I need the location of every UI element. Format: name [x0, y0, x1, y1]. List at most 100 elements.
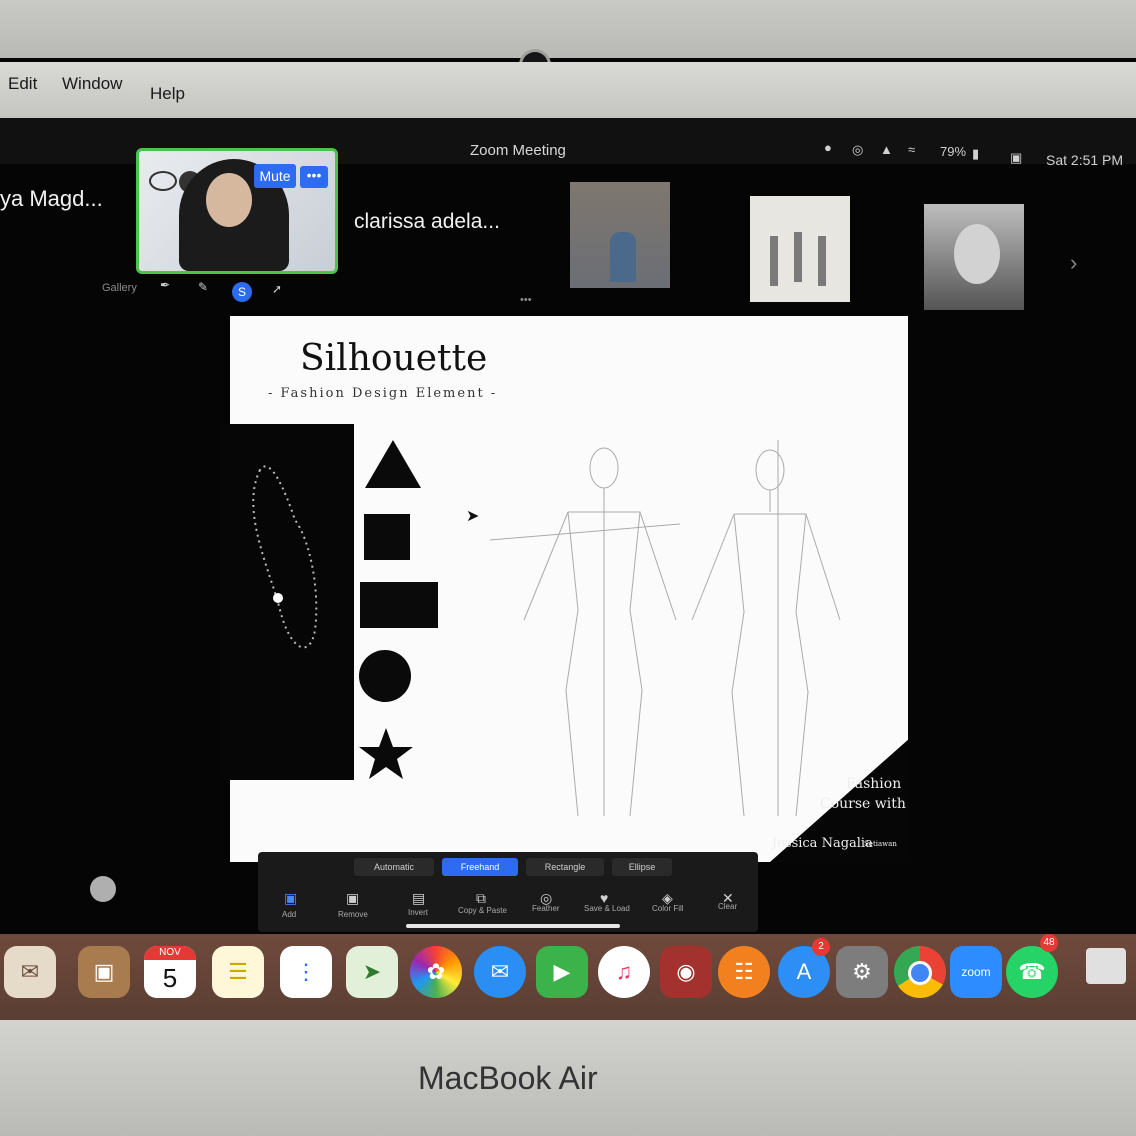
credit-line-1: Fashion: [846, 776, 902, 792]
mode-rectangle[interactable]: Rectangle: [526, 858, 604, 876]
gear-icon: ⚙: [852, 959, 872, 984]
menu-window[interactable]: Window: [62, 74, 122, 94]
dock-messages[interactable]: ✉: [474, 946, 526, 998]
more-options-button[interactable]: •••: [300, 166, 328, 188]
participant-face: [954, 224, 1000, 284]
photos-icon: ✿: [426, 959, 446, 984]
slide-subtitle: - Fashion Design Element -: [268, 386, 498, 401]
map-pin-icon: ➤: [362, 959, 382, 984]
chat-bubble-icon: ✉: [490, 959, 510, 984]
selection-tool-icon[interactable]: S: [232, 282, 252, 302]
scroll-indicator[interactable]: [406, 924, 620, 928]
calendar-day: 5: [162, 963, 178, 993]
battery-percent: 79%: [940, 144, 967, 159]
sketch-figure: [794, 232, 802, 282]
light-reflection: [90, 876, 116, 902]
mouse-cursor-icon: ➤: [466, 508, 480, 525]
app-store-badge: 2: [812, 938, 830, 956]
book-icon: ☷: [734, 959, 754, 984]
dock-reminders[interactable]: ⋮: [280, 946, 332, 998]
dock-calendar[interactable]: NOV 5: [144, 946, 196, 998]
clock: Sat 2:51 PM: [1046, 152, 1124, 168]
silhouette-shapes: [359, 440, 438, 779]
croquis-front: [489, 447, 681, 817]
credit-line-2: Course with: [820, 796, 906, 812]
tool-invert[interactable]: Invert: [408, 908, 428, 917]
tool-add[interactable]: Add: [282, 910, 296, 919]
dock-trash[interactable]: [1086, 948, 1126, 984]
calendar-month: NOV: [144, 946, 196, 960]
video-camera-icon: ▶: [553, 959, 571, 984]
rectangle-shape: [360, 582, 438, 628]
dock-books[interactable]: ☷: [718, 946, 770, 998]
credit-suffix: Setiawan: [864, 840, 897, 848]
wifi-icon[interactable]: ≈: [908, 142, 915, 157]
contacts-icon: ▣: [93, 959, 115, 984]
sketch-figure: [818, 236, 826, 286]
menu-edit[interactable]: Edit: [8, 74, 37, 94]
croquis-figures: [489, 440, 841, 817]
mode-freehand[interactable]: Freehand: [442, 858, 518, 876]
gallery-view-label[interactable]: Gallery: [102, 282, 137, 294]
dock-system-preferences[interactable]: ⚙: [836, 946, 888, 998]
dock-contacts[interactable]: ▣: [78, 946, 130, 998]
next-page-icon[interactable]: ›: [1070, 250, 1077, 276]
more-dots[interactable]: •••: [520, 294, 532, 306]
notes-icon: ☰: [228, 959, 248, 984]
pointer-icon[interactable]: ➚: [272, 282, 282, 296]
pen-icon[interactable]: ✒: [160, 278, 170, 292]
remove-icon[interactable]: ▣: [346, 890, 359, 907]
participant-video-thumbnail-2[interactable]: [750, 196, 850, 302]
battery-icon[interactable]: ▮: [972, 146, 979, 162]
accessibility-icon[interactable]: ▲: [880, 142, 893, 157]
croquis-side: [691, 440, 841, 817]
whatsapp-icon: ☎: [1018, 959, 1046, 984]
tool-copy-paste[interactable]: Copy & Paste: [458, 906, 507, 915]
mail-stamp-icon: ✉: [20, 959, 40, 984]
tool-clear[interactable]: Clear: [718, 902, 737, 911]
creative-cloud-icon[interactable]: ◎: [852, 142, 863, 158]
star-shape: [359, 728, 413, 779]
dock-photos[interactable]: ✿: [410, 946, 462, 998]
tool-remove[interactable]: Remove: [338, 910, 368, 919]
zoom-logo: zoom: [961, 965, 991, 979]
control-center-icon[interactable]: ▣: [1010, 150, 1022, 166]
pencil-icon[interactable]: ✎: [198, 280, 208, 294]
participant-video-thumbnail-1[interactable]: [570, 182, 670, 288]
participant-name-left: ya Magd...: [0, 186, 103, 211]
dock-notes[interactable]: ☰: [212, 946, 264, 998]
invert-icon[interactable]: ▤: [412, 890, 425, 907]
dock-maps[interactable]: ➤: [346, 946, 398, 998]
logo-icon: [149, 171, 177, 191]
dock-chrome[interactable]: [894, 946, 946, 998]
circle-shape: [359, 650, 411, 702]
copy-paste-icon[interactable]: ⧉: [476, 890, 486, 907]
whatsapp-badge: 48: [1040, 934, 1058, 952]
dock-music[interactable]: ♫: [598, 946, 650, 998]
dock-zoom[interactable]: zoom: [950, 946, 1002, 998]
music-note-icon: ♫: [615, 959, 633, 984]
menu-help[interactable]: Help: [150, 84, 185, 104]
tool-save-load[interactable]: Save & Load: [584, 904, 630, 913]
credit-name: Jessica Nagalia: [772, 836, 873, 851]
participant-face: [206, 173, 252, 227]
window-title: Zoom Meeting: [470, 142, 566, 159]
dock-photo-booth[interactable]: ◉: [660, 946, 712, 998]
mode-ellipse[interactable]: Ellipse: [612, 858, 672, 876]
tool-color-fill[interactable]: Color Fill: [652, 904, 684, 913]
dropbox-icon[interactable]: ●: [824, 140, 832, 155]
dotted-silhouette-sketch: [252, 465, 318, 649]
tool-feather[interactable]: Feather: [532, 904, 560, 913]
add-icon[interactable]: ▣: [284, 890, 297, 907]
dock-whatsapp[interactable]: ☎: [1006, 946, 1058, 998]
mute-button[interactable]: Mute: [254, 164, 296, 188]
mode-automatic[interactable]: Automatic: [354, 858, 434, 876]
dock-facetime[interactable]: ▶: [536, 946, 588, 998]
laptop-brand-label: MacBook Air: [418, 1060, 598, 1096]
participant-name-right: clarissa adela...: [354, 210, 500, 233]
app-store-icon: A: [796, 959, 812, 984]
dock-mail[interactable]: ✉: [4, 946, 56, 998]
participant-video-thumbnail-3[interactable]: [924, 204, 1024, 310]
photo-booth-icon: ◉: [676, 959, 696, 984]
triangle-shape: [365, 440, 421, 488]
